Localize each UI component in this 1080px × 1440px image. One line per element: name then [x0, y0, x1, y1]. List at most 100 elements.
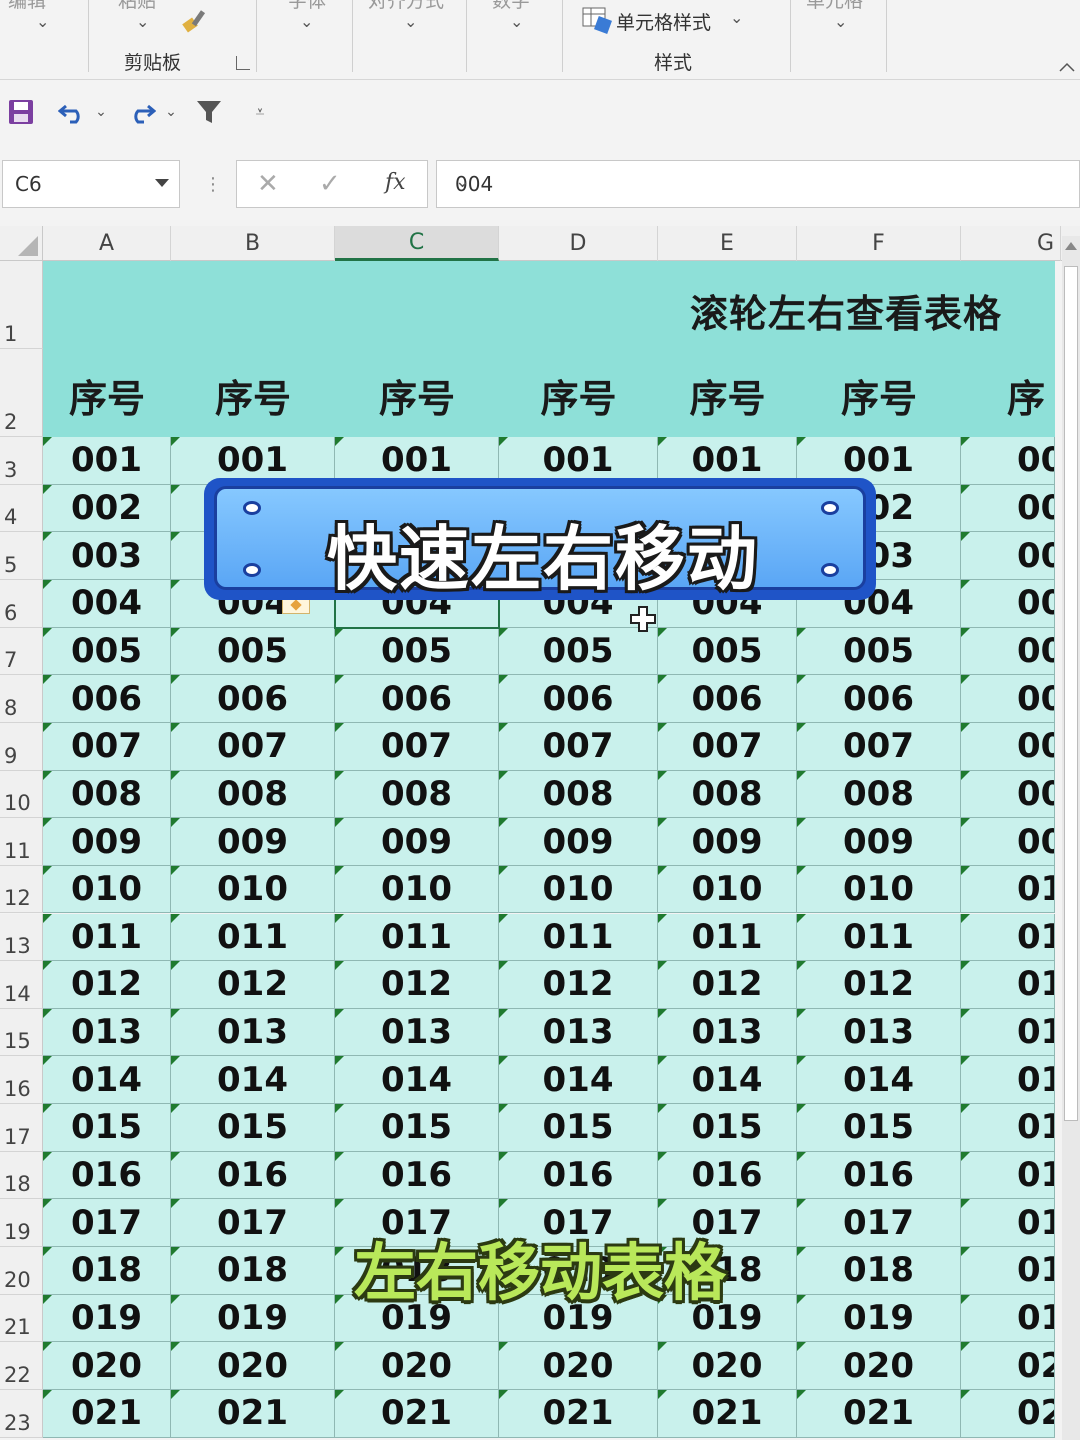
column-header-b[interactable]: B — [171, 226, 335, 261]
table-cell[interactable]: 006 — [499, 675, 658, 723]
table-cell[interactable]: 018 — [43, 1247, 171, 1295]
table-cell[interactable]: 015 — [335, 1104, 499, 1152]
table-cell[interactable]: 006 — [658, 675, 797, 723]
table-cell[interactable]: 014 — [43, 1056, 171, 1105]
table-cell[interactable]: 010 — [961, 865, 1055, 914]
table-cell[interactable]: 016 — [658, 1151, 797, 1200]
header-cell[interactable]: 序号 — [797, 356, 961, 434]
cell-style-button[interactable]: 单元格样式 — [616, 8, 711, 35]
chevron-down-icon[interactable]: ⌄ — [834, 12, 847, 31]
table-cell[interactable]: 010 — [658, 865, 797, 914]
row-header[interactable]: 13 — [0, 913, 43, 962]
table-cell[interactable]: 021 — [797, 1390, 961, 1438]
table-cell[interactable]: 007 — [658, 722, 797, 771]
header-cell[interactable]: 序号 — [335, 356, 499, 434]
table-cell[interactable]: 013 — [797, 1008, 961, 1057]
table-cell[interactable]: 007 — [43, 722, 171, 771]
row-header[interactable]: 14 — [0, 961, 43, 1009]
chevron-down-icon[interactable]: ⌄ — [510, 12, 523, 31]
row-header[interactable]: 19 — [0, 1199, 43, 1248]
table-cell[interactable]: 009 — [961, 818, 1055, 866]
table-cell[interactable]: 012 — [961, 961, 1055, 1009]
table-cell[interactable]: 007 — [961, 722, 1055, 771]
expand-formula-icon[interactable]: ⌄ — [455, 171, 1073, 192]
table-cell[interactable]: 019 — [797, 1294, 961, 1343]
table-cell[interactable]: 005 — [335, 627, 499, 676]
row-header[interactable]: 4 — [0, 484, 43, 533]
redo-icon[interactable] — [124, 92, 158, 132]
table-cell[interactable]: 013 — [499, 1008, 658, 1057]
table-cell[interactable]: 003 — [961, 532, 1055, 580]
table-cell[interactable]: 011 — [43, 913, 171, 962]
header-cell[interactable]: 序号 — [658, 356, 797, 434]
redo-dropdown-icon[interactable]: ⌄ — [164, 92, 178, 132]
table-cell[interactable]: 015 — [499, 1104, 658, 1152]
name-box[interactable]: C6 — [2, 160, 180, 208]
save-icon[interactable] — [6, 92, 36, 132]
table-cell[interactable]: 013 — [658, 1008, 797, 1057]
dialog-launcher-icon[interactable] — [236, 56, 250, 70]
table-cell[interactable]: 016 — [961, 1151, 1055, 1200]
table-cell[interactable]: 015 — [43, 1104, 171, 1152]
table-cell[interactable]: 012 — [43, 961, 171, 1009]
row-header[interactable]: 15 — [0, 1008, 43, 1057]
table-cell[interactable]: 006 — [961, 675, 1055, 723]
table-cell[interactable]: 017 — [961, 1199, 1055, 1248]
row-header[interactable]: 8 — [0, 675, 43, 723]
table-cell[interactable]: 005 — [171, 627, 335, 676]
table-cell[interactable]: 020 — [797, 1342, 961, 1390]
table-cell[interactable]: 017 — [171, 1199, 335, 1248]
row-header[interactable]: 20 — [0, 1247, 43, 1295]
table-cell[interactable]: 006 — [43, 675, 171, 723]
row-header[interactable]: 17 — [0, 1104, 43, 1152]
filter-icon[interactable] — [194, 92, 224, 132]
table-cell[interactable]: 018 — [797, 1247, 961, 1295]
table-cell[interactable]: 008 — [335, 770, 499, 819]
table-cell[interactable]: 011 — [961, 913, 1055, 962]
table-cell[interactable]: 020 — [961, 1342, 1055, 1390]
row-header[interactable]: 5 — [0, 532, 43, 580]
table-cell[interactable]: 021 — [658, 1390, 797, 1438]
table-cell[interactable]: 009 — [171, 818, 335, 866]
table-cell[interactable]: 008 — [43, 770, 171, 819]
row-header[interactable]: 11 — [0, 818, 43, 866]
table-cell[interactable]: 013 — [171, 1008, 335, 1057]
formula-input[interactable]: 004 ⌄ — [436, 160, 1080, 208]
table-cell[interactable]: 015 — [658, 1104, 797, 1152]
table-cell[interactable]: 002 — [961, 484, 1055, 533]
chevron-down-icon[interactable]: ⌄ — [300, 12, 313, 31]
row-header[interactable]: 6 — [0, 579, 43, 628]
table-cell[interactable]: 021 — [961, 1390, 1055, 1438]
table-cell[interactable]: 005 — [43, 627, 171, 676]
table-cell[interactable]: 012 — [658, 961, 797, 1009]
table-cell[interactable]: 003 — [43, 532, 171, 580]
scrollbar-thumb[interactable] — [1064, 266, 1078, 1121]
table-cell[interactable]: 009 — [658, 818, 797, 866]
table-cell[interactable]: 016 — [171, 1151, 335, 1200]
table-cell[interactable]: 012 — [171, 961, 335, 1009]
table-cell[interactable]: 012 — [797, 961, 961, 1009]
table-cell[interactable]: 011 — [499, 913, 658, 962]
table-cell[interactable]: 012 — [335, 961, 499, 1009]
table-cell[interactable]: 015 — [797, 1104, 961, 1152]
chevron-down-icon[interactable]: ⌄ — [136, 12, 149, 31]
table-cell[interactable]: 014 — [961, 1056, 1055, 1105]
row-header[interactable]: 16 — [0, 1056, 43, 1105]
insert-function-button[interactable]: fx — [385, 170, 406, 195]
table-cell[interactable]: 021 — [499, 1390, 658, 1438]
table-cell[interactable]: 018 — [171, 1247, 335, 1295]
table-cell[interactable]: 019 — [961, 1294, 1055, 1343]
table-cell[interactable]: 011 — [171, 913, 335, 962]
table-cell[interactable]: 015 — [961, 1104, 1055, 1152]
header-cell[interactable]: 序 — [961, 356, 1055, 434]
table-cell[interactable]: 019 — [171, 1294, 335, 1343]
table-cell[interactable]: 006 — [335, 675, 499, 723]
customize-toolbar-icon[interactable]: ⩡ — [250, 92, 270, 132]
table-cell[interactable]: 008 — [961, 770, 1055, 819]
table-cell[interactable]: 001 — [43, 437, 171, 485]
table-cell[interactable]: 020 — [335, 1342, 499, 1390]
column-header-c[interactable]: C — [335, 226, 499, 261]
table-cell[interactable]: 015 — [171, 1104, 335, 1152]
table-cell[interactable]: 017 — [43, 1199, 171, 1248]
table-cell[interactable]: 004 — [43, 579, 171, 628]
